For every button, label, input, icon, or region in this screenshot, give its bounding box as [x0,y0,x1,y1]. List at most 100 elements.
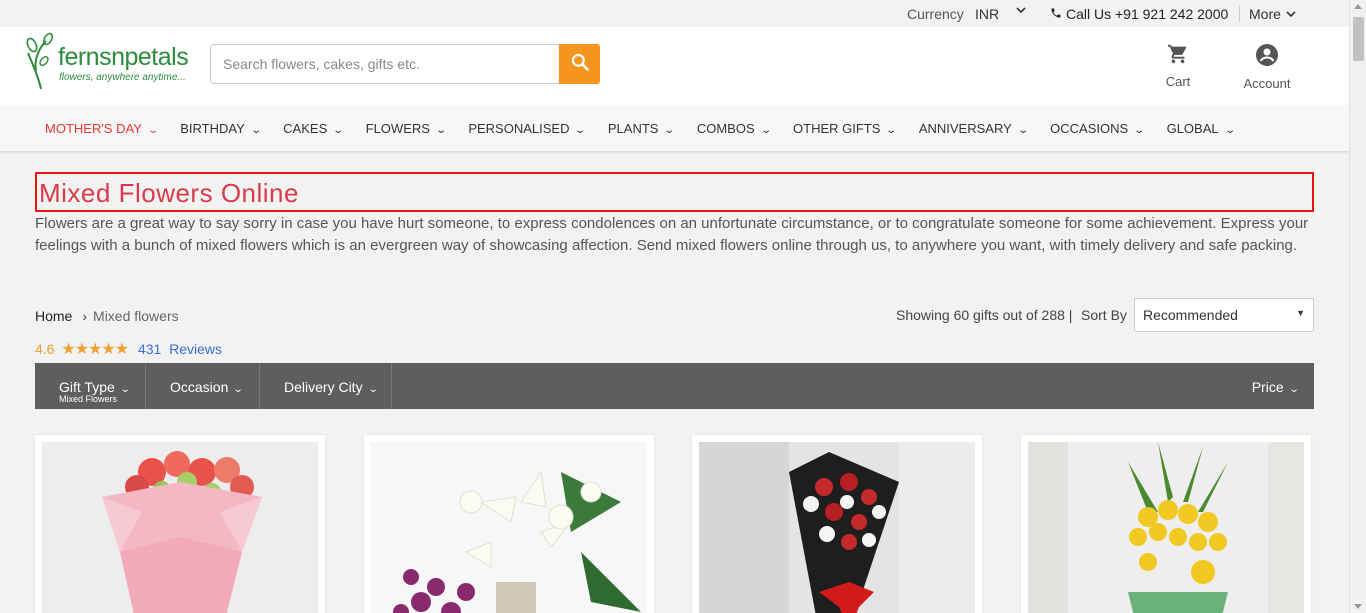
nav-item-label: OTHER GIFTS [793,121,881,136]
scroll-down-arrow-icon[interactable] [1354,604,1362,609]
chevron-down-icon: ⌄ [574,125,587,136]
chevron-down-icon: ⌄ [233,384,245,395]
nav-item-personalised[interactable]: PERSONALISED ⌄ [468,121,587,136]
product-image[interactable] [1028,442,1304,613]
nav-item-combos[interactable]: COMBOS ⌄ [696,121,772,136]
nav-item-label: COMBOS [696,121,755,136]
nav-item-label: CAKES [283,121,328,136]
filter-label: Price [1251,379,1284,395]
call-us-text: Call Us +91 921 242 2000 [1066,6,1229,22]
logo-leaf-icon [26,32,54,90]
filter-selected-value: Mixed Flowers [59,394,118,404]
product-image[interactable] [699,442,975,613]
nav-item-label: OCCASIONS [1050,121,1129,136]
nav-item-label: MOTHER'S DAY [45,121,142,136]
reviews-count: 431 [137,341,162,357]
product-card[interactable] [364,435,654,613]
chevron-down-icon: ⌄ [250,125,262,136]
logo[interactable]: fernsnpetals flowers, anywhere anytime..… [24,31,194,90]
call-us-link[interactable]: Call Us +91 921 242 2000 [1050,6,1228,22]
chevron-down-icon: ⌄ [1017,125,1029,136]
reviews-label: Reviews [169,341,223,357]
rating-value: 4.6 [35,341,55,357]
nav-item-flowers[interactable]: FLOWERS ⌄ [365,121,448,136]
breadcrumb: Home › Mixed flowers [35,308,179,324]
breadcrumb-current: Mixed flowers [93,308,179,324]
account-icon [1255,44,1279,70]
sort-dropdown[interactable]: Recommended ▼ [1134,298,1314,332]
nav-item-birthday[interactable]: BIRTHDAY ⌄ [180,121,262,136]
chevron-down-icon: ⌄ [1133,125,1146,136]
more-menu[interactable]: More [1249,6,1297,22]
nav-item-occasions[interactable]: OCCASIONS ⌄ [1050,121,1146,136]
reviews-link[interactable]: 431 Reviews [138,341,222,357]
nav-item-label: FLOWERS [365,121,430,136]
chevron-down-icon: ⌄ [435,125,448,136]
chevron-down-icon [1285,6,1297,22]
filter-occasion[interactable]: Occasion ⌄ [146,363,260,409]
search-button[interactable] [559,44,600,84]
chevron-down-icon: ⌄ [663,125,676,136]
product-image[interactable] [371,442,647,613]
nav-item-label: PLANTS [607,121,659,136]
nav-item-label: PERSONALISED [468,121,570,136]
caret-down-icon: ▼ [1296,308,1305,318]
chevron-down-icon: ⌄ [759,125,772,136]
logo-tagline: flowers, anywhere anytime... [59,72,186,83]
top-strip: Currency INR Call Us +91 921 242 2000 Mo… [0,0,1349,27]
product-card[interactable] [692,435,982,613]
breadcrumb-home[interactable]: Home [35,308,72,324]
star-rating-icon: ★★★★★ [61,341,129,358]
results-count: Showing 60 gifts out of 288 | [896,307,1073,323]
nav-item-mothers-day[interactable]: MOTHER'S DAY ⌄ [45,121,159,136]
logo-brand: fernsnpetals [58,43,189,71]
page-title: Mixed Flowers Online [39,178,299,208]
cart-button[interactable]: Cart [1158,43,1198,89]
filter-delivery-city[interactable]: Delivery City ⌄ [260,363,392,409]
phone-icon [1050,6,1062,22]
nav-item-plants[interactable]: PLANTS ⌄ [607,121,676,136]
cart-label: Cart [1165,74,1191,89]
nav-item-global[interactable]: GLOBAL ⌄ [1166,121,1236,136]
scrollbar-thumb[interactable] [1353,17,1364,61]
filter-label: Gift Type [59,379,115,395]
category-description: Flowers are a great way to say sorry in … [35,215,1309,254]
filter-price[interactable]: Price ⌄ [1251,379,1300,395]
sort-label: Sort By [1081,307,1127,323]
divider [1239,5,1240,22]
chevron-down-icon: ⌄ [332,125,345,136]
account-button[interactable]: Account [1236,43,1298,91]
search-icon [570,52,590,77]
account-label: Account [1243,76,1291,91]
sort-value: Recommended [1143,307,1238,323]
filter-label: Delivery City [284,379,363,395]
chevron-down-icon[interactable] [1015,4,1027,19]
page-scrollbar[interactable] [1349,0,1366,613]
currency-selector[interactable]: INR [975,6,999,22]
search-input[interactable] [210,44,559,84]
product-image[interactable] [42,442,318,613]
product-card[interactable] [1021,435,1311,613]
nav-item-other-gifts[interactable]: OTHER GIFTS ⌄ [793,121,898,136]
scroll-up-arrow-icon[interactable] [1354,4,1362,9]
page: Currency INR Call Us +91 921 242 2000 Mo… [0,0,1366,613]
nav-item-label: GLOBAL [1166,121,1219,136]
nav-item-cakes[interactable]: CAKES ⌄ [283,121,345,136]
chevron-down-icon: ⌄ [1288,384,1300,395]
header: fernsnpetals flowers, anywhere anytime..… [0,27,1349,105]
more-label: More [1249,6,1281,22]
product-card[interactable] [35,435,325,613]
nav-item-label: BIRTHDAY [180,121,245,136]
filter-label: Occasion [170,379,229,395]
chevron-down-icon: ⌄ [119,384,131,395]
chevron-down-icon: ⌄ [1223,125,1236,136]
chevron-right-icon: › [82,308,88,324]
rating-summary: 4.6 ★★★★★ 431 Reviews [35,339,222,359]
nav-item-label: ANNIVERSARY [918,121,1012,136]
filter-gift-type[interactable]: Gift Type ⌄ Mixed Flowers [35,363,146,409]
page-title-box: Mixed Flowers Online [35,172,1314,212]
cart-icon [1166,44,1190,68]
currency-label: Currency [907,6,964,22]
chevron-down-icon: ⌄ [885,125,898,136]
nav-item-anniversary[interactable]: ANNIVERSARY ⌄ [918,121,1029,136]
